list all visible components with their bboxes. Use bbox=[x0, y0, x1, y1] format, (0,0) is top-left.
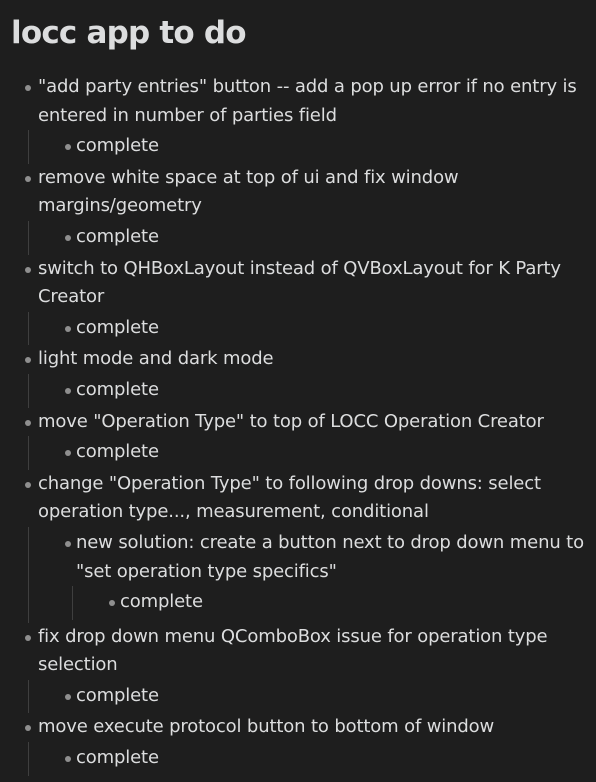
bullet-icon[interactable] bbox=[25, 266, 31, 273]
nested-list: complete bbox=[28, 220, 586, 255]
list-item-text[interactable]: complete bbox=[65, 376, 586, 405]
list-item-text[interactable]: remove white space at top of ui and fix … bbox=[21, 164, 586, 221]
list-item-text[interactable]: light mode and dark mode bbox=[21, 345, 586, 374]
list-item-text[interactable]: complete bbox=[65, 682, 586, 711]
sub-list-item[interactable]: complete bbox=[65, 314, 586, 343]
sub-list-item[interactable]: complete bbox=[109, 588, 586, 617]
list-item-text[interactable]: move "Operation Type" to top of LOCC Ope… bbox=[21, 408, 586, 437]
list-item[interactable]: "add party entries" button -- add a pop … bbox=[21, 73, 586, 164]
bullet-icon[interactable] bbox=[65, 540, 71, 547]
list-item-text[interactable]: complete bbox=[65, 223, 586, 252]
bullet-icon[interactable] bbox=[65, 234, 71, 241]
bullet-icon[interactable] bbox=[25, 85, 31, 91]
list-item-text[interactable]: move execute protocol button to bottom o… bbox=[21, 713, 586, 742]
list-item[interactable]: move "Operation Type" to top of LOCC Ope… bbox=[21, 408, 586, 470]
list-item[interactable]: switch to QHBoxLayout instead of QVBoxLa… bbox=[21, 255, 586, 346]
list-item-text[interactable]: change "Operation Type" to following dro… bbox=[21, 470, 586, 527]
note-page: locc app to do "add party entries" butto… bbox=[0, 0, 596, 782]
list-item[interactable]: change "Operation Type" to following dro… bbox=[21, 470, 586, 623]
list-item-text[interactable]: complete bbox=[109, 588, 586, 617]
list-item[interactable]: fix drop down menu QComboBox issue for o… bbox=[21, 623, 586, 714]
sub-list-item[interactable]: complete bbox=[65, 132, 586, 161]
nested-list: new solution: create a button next to dr… bbox=[28, 526, 586, 623]
sub-list-item[interactable]: complete bbox=[65, 438, 586, 467]
list-item[interactable]: move execute protocol button to bottom o… bbox=[21, 713, 586, 776]
nested-list: complete bbox=[28, 436, 586, 470]
list-item-text[interactable]: complete bbox=[65, 314, 586, 343]
bullet-icon[interactable] bbox=[25, 175, 31, 182]
sub-list-item[interactable]: complete bbox=[65, 744, 586, 773]
list-item-text[interactable]: complete bbox=[65, 438, 586, 467]
bullet-icon[interactable] bbox=[25, 419, 31, 426]
nested-list: complete bbox=[72, 586, 586, 620]
nested-list: complete bbox=[28, 742, 586, 776]
list-item-text[interactable]: switch to QHBoxLayout instead of QVBoxLa… bbox=[21, 255, 586, 312]
list-item-text[interactable]: "add party entries" button -- add a pop … bbox=[21, 73, 586, 130]
nested-list: complete bbox=[28, 373, 586, 408]
nested-list: complete bbox=[28, 130, 586, 164]
nested-list: complete bbox=[28, 311, 586, 346]
list-item[interactable]: light mode and dark mode complete bbox=[21, 345, 586, 408]
list-item-text[interactable]: complete bbox=[65, 132, 586, 161]
list-item-text[interactable]: fix drop down menu QComboBox issue for o… bbox=[21, 623, 586, 680]
bullet-icon[interactable] bbox=[65, 693, 71, 700]
note-title: locc app to do bbox=[11, 15, 247, 51]
nested-list: complete bbox=[28, 679, 586, 714]
bullet-icon[interactable] bbox=[25, 634, 31, 641]
sub-list-item[interactable]: new solution: create a button next to dr… bbox=[65, 529, 586, 620]
list-item-text[interactable]: complete bbox=[65, 744, 586, 773]
bullet-icon[interactable] bbox=[25, 481, 31, 488]
list-item[interactable]: remove white space at top of ui and fix … bbox=[21, 164, 586, 255]
list-item-text[interactable]: new solution: create a button next to dr… bbox=[65, 529, 586, 586]
sub-list-item[interactable]: complete bbox=[65, 682, 586, 711]
sub-list-item[interactable]: complete bbox=[65, 376, 586, 405]
bullet-icon[interactable] bbox=[65, 387, 71, 394]
bullet-icon[interactable] bbox=[65, 325, 71, 332]
todo-list: "add party entries" button -- add a pop … bbox=[21, 73, 586, 776]
sub-list-item[interactable]: complete bbox=[65, 223, 586, 252]
